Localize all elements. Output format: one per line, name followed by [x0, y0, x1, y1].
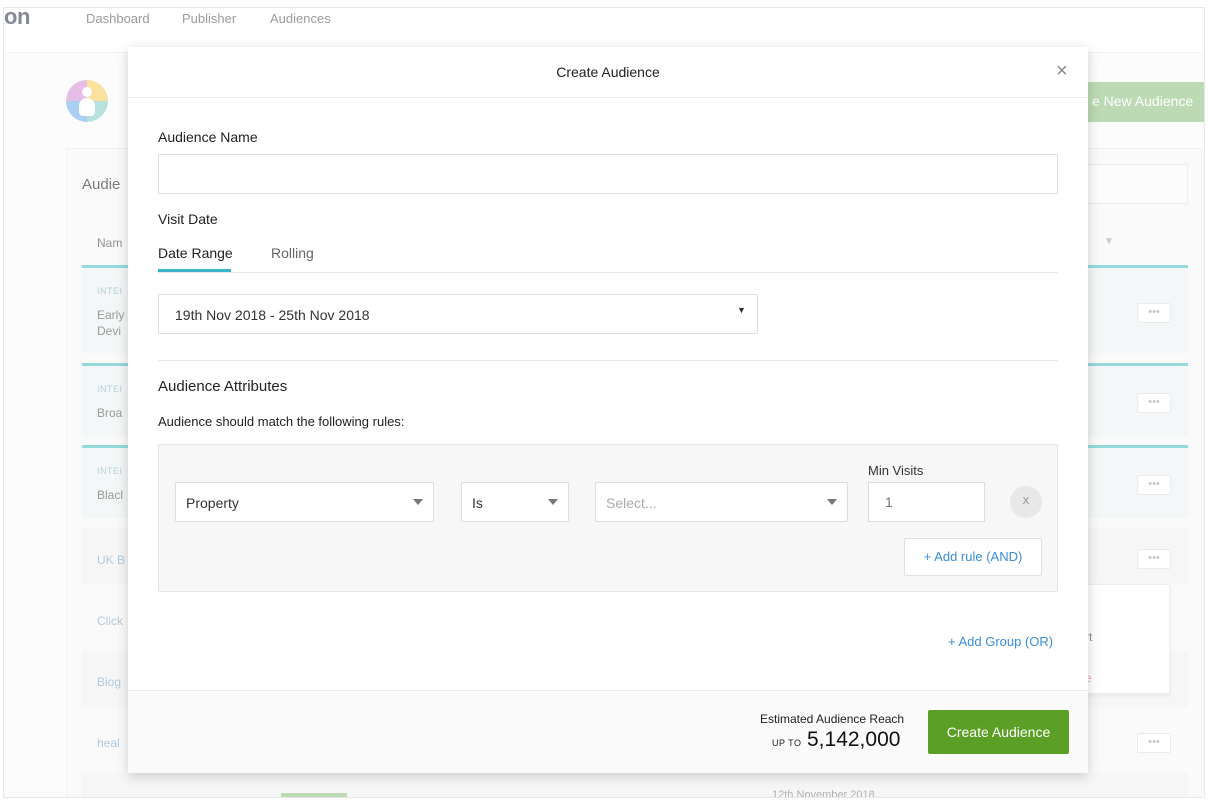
rules-subtitle: Audience should match the following rule…: [158, 414, 405, 429]
value-select-placeholder: Select...: [606, 495, 657, 511]
reach-value: 5,142,000: [807, 728, 901, 751]
value-select[interactable]: Select...: [595, 482, 848, 522]
caret-down-icon: ▼: [737, 305, 746, 315]
date-range-select[interactable]: 19th Nov 2018 - 25th Nov 2018 ▼: [158, 294, 758, 334]
reach-label: Estimated Audience Reach: [760, 712, 905, 726]
min-visits-label: Min Visits: [868, 463, 924, 478]
create-audience-modal: Create Audience × Audience Name Visit Da…: [128, 47, 1088, 773]
add-rule-button[interactable]: + Add rule (AND): [904, 538, 1042, 576]
close-icon[interactable]: ×: [1056, 61, 1068, 81]
audience-name-label: Audience Name: [158, 129, 258, 145]
add-group-link[interactable]: + Add Group (OR): [948, 634, 1053, 649]
chevron-down-icon: [827, 499, 837, 505]
modal-header: Create Audience ×: [128, 47, 1088, 98]
rule-group: Property Is Select... Min Visits X + Add…: [158, 444, 1058, 592]
audience-name-input[interactable]: [158, 154, 1058, 194]
reach-up-to: UP TO: [772, 738, 802, 748]
create-audience-button[interactable]: Create Audience: [928, 710, 1069, 754]
chevron-down-icon: [548, 499, 558, 505]
modal-footer: Estimated Audience Reach UP TO 5,142,000…: [128, 690, 1088, 773]
operator-select-value: Is: [472, 495, 483, 511]
audience-attributes-title: Audience Attributes: [158, 378, 288, 395]
tab-rolling[interactable]: Rolling: [271, 245, 314, 261]
chevron-down-icon: [413, 499, 423, 505]
app-window: on Dashboard Publisher Audiences e New A…: [3, 7, 1205, 798]
property-select-value: Property: [186, 495, 239, 511]
modal-title: Create Audience: [556, 64, 660, 80]
tab-date-range[interactable]: Date Range: [158, 245, 233, 261]
section-divider: [158, 360, 1058, 361]
remove-rule-button[interactable]: X: [1010, 486, 1042, 518]
operator-select[interactable]: Is: [461, 482, 569, 522]
min-visits-input[interactable]: [868, 482, 985, 522]
tabs-divider: [158, 272, 1058, 273]
active-tab-indicator: [158, 269, 231, 272]
date-range-value: 19th Nov 2018 - 25th Nov 2018: [175, 307, 370, 323]
visit-date-label: Visit Date: [158, 211, 218, 227]
property-select[interactable]: Property: [175, 482, 434, 522]
